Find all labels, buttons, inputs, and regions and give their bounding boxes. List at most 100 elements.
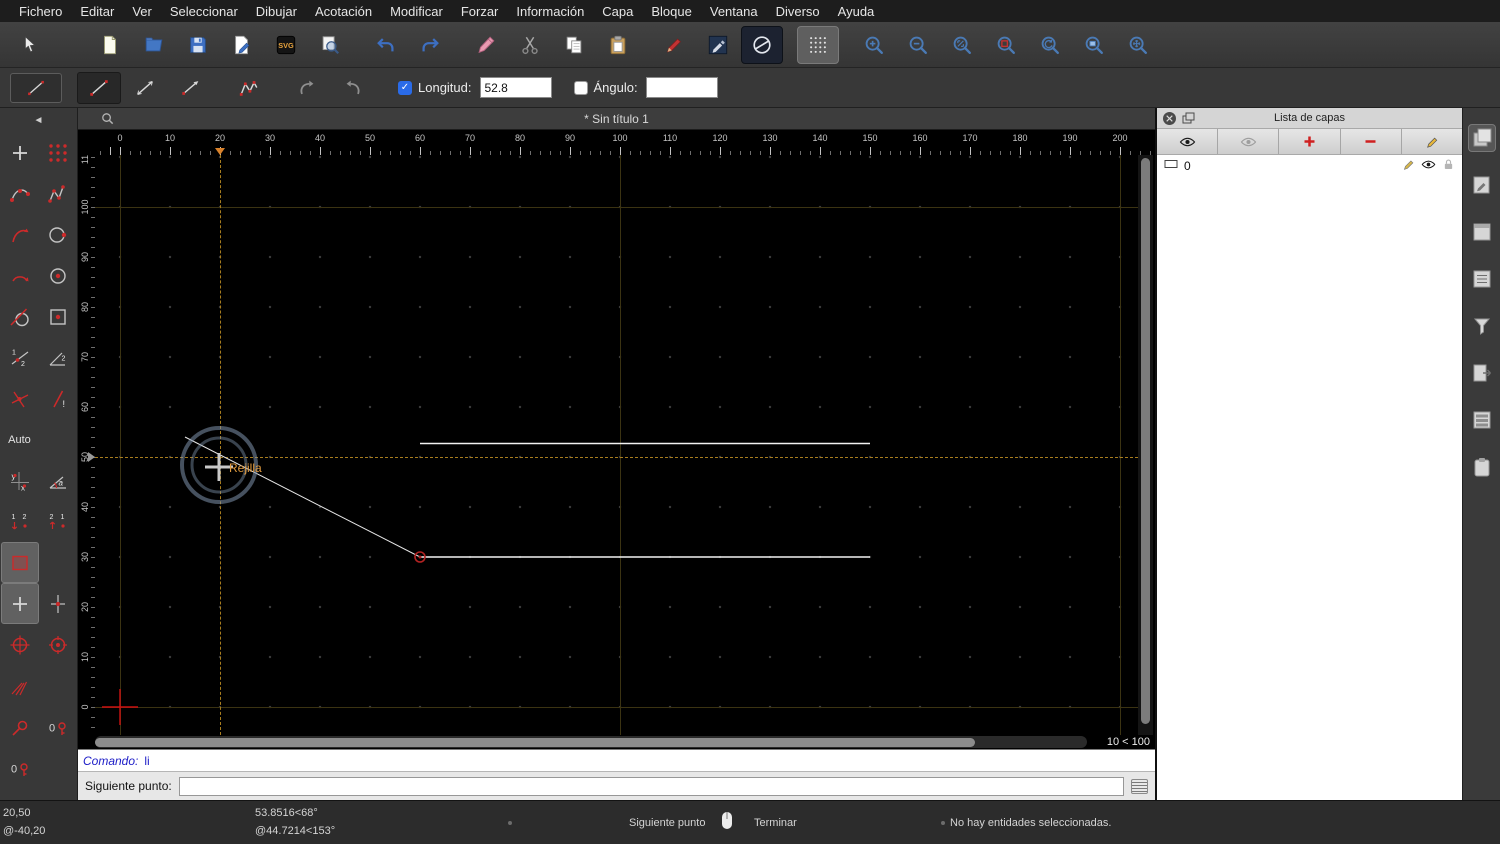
edit-document-button[interactable] — [221, 26, 263, 64]
snap-spray-button[interactable] — [1, 665, 39, 706]
dock-clipboard-toggle[interactable] — [1468, 453, 1496, 481]
vertical-scrollbar[interactable] — [1138, 155, 1153, 735]
snap-tangent-button[interactable] — [1, 296, 39, 337]
menu-item-modificar[interactable]: Modificar — [381, 4, 452, 19]
menu-item-informacion[interactable]: Información — [507, 4, 593, 19]
snap-circle-plus-button[interactable] — [1, 624, 39, 665]
current-tool-indicator[interactable] — [10, 72, 62, 103]
construction-layer-checkbox[interactable] — [1164, 157, 1178, 174]
copy-button[interactable] — [553, 26, 595, 64]
toggle-layer-visibility-button[interactable] — [1218, 129, 1280, 154]
menu-item-editar[interactable]: Editar — [71, 4, 123, 19]
select-pointer-button[interactable] — [9, 26, 51, 64]
open-file-button[interactable] — [133, 26, 175, 64]
snap-distance-button[interactable]: 21 — [1, 337, 39, 378]
undo-segment-button[interactable] — [285, 72, 329, 104]
add-layer-button[interactable] — [1279, 129, 1341, 154]
snap-endpoints-button[interactable] — [1, 173, 39, 214]
snap-on-entity-button[interactable] — [39, 173, 77, 214]
line-angle-button[interactable] — [123, 72, 167, 104]
snap-locate-button[interactable] — [1, 706, 39, 747]
delete-entity-button[interactable] — [465, 26, 507, 64]
close-panel-button[interactable] — [1163, 112, 1176, 125]
save-button[interactable] — [177, 26, 219, 64]
redo-button[interactable] — [409, 26, 451, 64]
snap-auto-button[interactable]: Auto — [1, 419, 39, 460]
menu-item-seleccionar[interactable]: Seleccionar — [161, 4, 247, 19]
snap-center-button[interactable] — [39, 255, 77, 296]
keyboard-mode-button[interactable] — [1131, 778, 1148, 794]
restrict-horizontal-vertical-button[interactable]: yx — [1, 460, 39, 501]
menu-item-capa[interactable]: Capa — [593, 4, 642, 19]
layer-lock-icon[interactable] — [1442, 158, 1455, 174]
order-up-button[interactable]: 21 — [39, 501, 77, 542]
snap-target-button[interactable] — [39, 624, 77, 665]
menu-item-acotacion[interactable]: Acotación — [306, 4, 381, 19]
snap-arc-button[interactable] — [1, 255, 39, 296]
layer-row[interactable]: 0 — [1157, 155, 1462, 176]
dock-export-toggle[interactable] — [1468, 359, 1496, 387]
entity-attributes-button[interactable] — [697, 26, 739, 64]
line-ray-button[interactable] — [169, 72, 213, 104]
snap-point-marker-button[interactable] — [39, 583, 77, 624]
length-checkbox[interactable] — [398, 80, 412, 95]
zoom-window-button[interactable] — [1073, 26, 1115, 64]
remove-layer-button[interactable] — [1340, 129, 1402, 154]
zoom-previous-button[interactable] — [985, 26, 1027, 64]
layer-visibility-eye-icon[interactable] — [1421, 158, 1436, 174]
angle-checkbox[interactable] — [573, 80, 588, 95]
zoom-auto-button[interactable] — [941, 26, 983, 64]
dock-block-list-toggle[interactable] — [1468, 171, 1496, 199]
line-two-points-button[interactable] — [77, 71, 121, 104]
snap-point-on-circle-button[interactable] — [39, 214, 77, 255]
new-document-button[interactable] — [89, 26, 131, 64]
drawing-canvas[interactable]: Rejilla — [95, 155, 1138, 735]
menu-item-forzar[interactable]: Forzar — [452, 4, 508, 19]
draw-order-button[interactable] — [741, 25, 783, 64]
toggle-all-layers-visibility-button[interactable] — [1157, 129, 1219, 154]
polyline-mode-button[interactable] — [227, 72, 271, 104]
modify-layer-button[interactable] — [1401, 129, 1463, 154]
dock-layer-list-toggle[interactable] — [1467, 124, 1496, 152]
snap-intersection-button[interactable] — [1, 378, 39, 419]
snap-grid-button[interactable] — [39, 132, 77, 173]
vertical-scrollbar-thumb[interactable] — [1141, 158, 1150, 724]
length-input[interactable] — [479, 77, 552, 98]
set-relative-zero-button[interactable]: 0 — [1, 747, 39, 788]
horizontal-scrollbar[interactable] — [95, 736, 1087, 748]
order-down-button[interactable]: 12 — [1, 501, 39, 542]
select-region-button[interactable] — [0, 542, 39, 583]
command-input[interactable] — [178, 776, 1124, 796]
snap-plus-button[interactable] — [0, 583, 39, 624]
layer-edit-pencil-icon[interactable] — [1402, 158, 1415, 174]
dock-entity-filter-toggle[interactable] — [1468, 312, 1496, 340]
lock-relative-zero-button[interactable]: 0 — [39, 706, 77, 747]
menu-item-ver[interactable]: Ver — [123, 4, 161, 19]
menu-item-bloque[interactable]: Bloque — [642, 4, 700, 19]
pen-attributes-button[interactable] — [653, 26, 695, 64]
zoom-redraw-button[interactable] — [1029, 26, 1071, 64]
palette-collapse-button[interactable]: ◄ — [0, 108, 77, 132]
export-svg-button[interactable]: SVG — [265, 26, 307, 64]
snap-division-button[interactable]: 2 — [39, 337, 77, 378]
redo-segment-button[interactable] — [331, 72, 375, 104]
cut-button[interactable] — [509, 26, 551, 64]
zoom-in-button[interactable] — [853, 26, 895, 64]
menu-item-ayuda[interactable]: Ayuda — [829, 4, 884, 19]
snap-middle-button[interactable] — [39, 296, 77, 337]
dock-command-line-toggle[interactable] — [1468, 265, 1496, 293]
snap-start-point-button[interactable] — [1, 214, 39, 255]
menu-item-dibujar[interactable]: Dibujar — [247, 4, 306, 19]
zoom-pan-button[interactable] — [1117, 26, 1159, 64]
horizontal-scrollbar-thumb[interactable] — [95, 737, 975, 747]
dock-layer-tree-toggle[interactable] — [1468, 406, 1496, 434]
print-preview-button[interactable] — [309, 26, 351, 64]
zoom-out-button[interactable] — [897, 26, 939, 64]
undo-button[interactable] — [365, 26, 407, 64]
paste-button[interactable] — [597, 26, 639, 64]
menu-item-fichero[interactable]: Fichero — [10, 4, 71, 19]
restrict-orthogonal-button[interactable]: ! — [39, 378, 77, 419]
angle-input[interactable] — [645, 77, 718, 98]
float-panel-button[interactable] — [1182, 112, 1195, 125]
dock-library-browser-toggle[interactable] — [1468, 218, 1496, 246]
